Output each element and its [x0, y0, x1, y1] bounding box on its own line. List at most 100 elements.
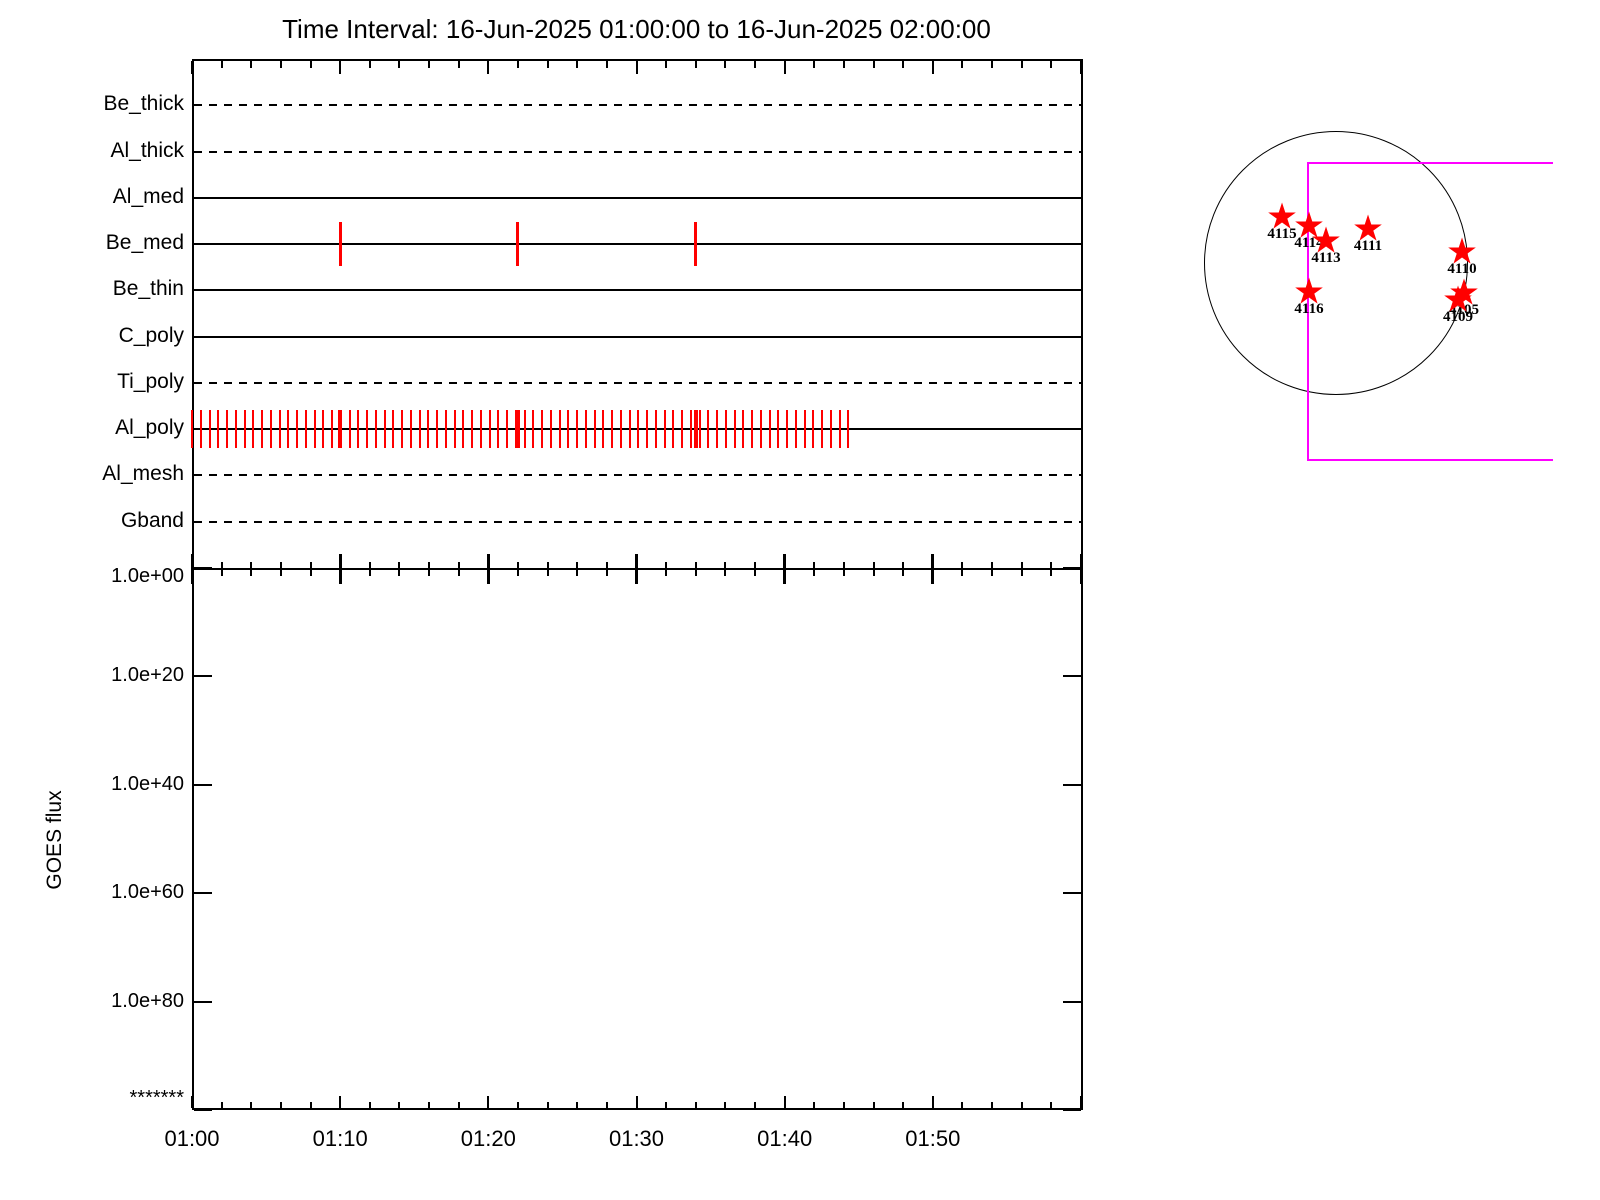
time-tick-bottom — [754, 1102, 757, 1108]
time-tick-bottom — [279, 1102, 282, 1108]
time-tick-mid — [309, 562, 312, 576]
exposure-tick-Al_poly — [471, 410, 474, 449]
time-tick-mid — [724, 562, 727, 576]
active-region-label-4111: 4111 — [1353, 238, 1383, 254]
exposure-tick-Al_poly — [296, 410, 299, 449]
time-tick-top — [546, 61, 549, 68]
time-tick-top — [635, 61, 638, 74]
time-tick-mid — [1020, 562, 1023, 576]
time-tick-bottom — [191, 1096, 193, 1108]
filter-channel-label-Be_thick: Be_thick — [103, 92, 184, 116]
exposure-tick-Al_poly — [191, 410, 193, 449]
filter-channel-line-C_poly — [194, 335, 1081, 338]
time-tick-top — [931, 61, 934, 74]
goes-ytick-label: ******* — [129, 1087, 184, 1109]
goes-ytick-right — [1063, 1109, 1081, 1111]
filter-channel-label-Be_med: Be_med — [105, 231, 184, 255]
time-tick-mid — [190, 554, 194, 584]
time-tick-top — [250, 61, 253, 68]
time-tick-label: 01:20 — [460, 1126, 516, 1151]
time-tick-mid — [338, 554, 342, 584]
time-tick-bottom — [250, 1102, 253, 1108]
exposure-tick-Al_poly — [383, 410, 386, 449]
exposure-tick-Al_poly — [261, 410, 263, 449]
exposure-tick-Al_poly — [322, 410, 325, 449]
fov-box-top-edge — [1307, 162, 1553, 164]
goes-ytick-right — [1063, 1000, 1081, 1003]
exposure-tick-Al_poly — [716, 410, 719, 449]
exposure-tick-Al_poly — [401, 410, 404, 449]
time-tick-label: 01:50 — [905, 1126, 961, 1151]
goes-ytick-left — [194, 1109, 212, 1111]
time-tick-top — [605, 61, 608, 68]
exposure-tick-Al_poly — [803, 410, 806, 449]
exposure-tick-Al_poly — [462, 410, 465, 449]
exposure-tick-Al_poly — [672, 410, 675, 449]
filter-channel-label-Al_mesh: Al_mesh — [102, 462, 184, 486]
active-region-label-4109: 4109 — [1443, 309, 1473, 325]
time-tick-bottom — [961, 1102, 964, 1108]
exposure-tick-Al_poly — [374, 410, 377, 449]
goes-ytick-left — [194, 567, 212, 569]
filter-channel-line-Al_thick — [194, 150, 1081, 153]
exposure-tick-Al_poly — [663, 410, 666, 449]
filter-channel-line-Al_med — [194, 196, 1081, 199]
time-tick-bottom — [457, 1102, 460, 1108]
filter-channel-line-Be_thin — [194, 289, 1081, 292]
time-tick-top — [1080, 61, 1082, 74]
time-tick-mid — [872, 562, 875, 576]
time-tick-bottom — [1080, 1096, 1082, 1108]
exposure-tick-Al_poly — [243, 410, 246, 449]
exposure-tick-Be_med — [694, 222, 698, 267]
filter-channel-label-Al_med: Al_med — [112, 184, 184, 208]
exposure-tick-Al_poly — [392, 410, 395, 449]
time-tick-top — [783, 61, 786, 74]
filter-channel-label-Gband: Gband — [120, 508, 184, 532]
time-tick-top — [991, 61, 994, 68]
exposure-tick-Al_poly — [733, 410, 736, 449]
exposure-tick-Al_poly — [593, 410, 596, 449]
exposure-tick-Al_poly — [558, 410, 561, 449]
goes-ytick-right — [1063, 567, 1081, 569]
time-tick-bottom — [220, 1102, 223, 1108]
exposure-tick-Al_poly — [418, 410, 421, 449]
time-tick-mid — [1050, 562, 1053, 576]
goes-ytick-right — [1063, 675, 1081, 678]
active-region-label-4116: 4116 — [1294, 301, 1324, 317]
filter-channel-line-Al_mesh — [194, 474, 1081, 477]
time-tick-bottom — [931, 1096, 934, 1108]
exposure-tick-Al_poly — [541, 410, 544, 449]
time-tick-bottom — [783, 1096, 786, 1108]
filter-channel-label-Al_poly: Al_poly — [115, 416, 184, 440]
exposure-tick-Al_poly — [479, 410, 482, 449]
xrt-goes-observation-plot: Time Interval: 16-Jun-2025 01:00:00 to 1… — [0, 0, 1600, 1200]
time-tick-bottom — [487, 1096, 490, 1108]
time-tick-bottom — [339, 1096, 342, 1108]
exposure-tick-Al_poly — [226, 410, 228, 449]
exposure-tick-Al_poly — [287, 410, 290, 449]
exposure-tick-Al_poly — [689, 410, 692, 449]
exposure-tick-Al_poly — [576, 410, 579, 449]
exposure-tick-Al_poly — [786, 410, 789, 449]
exposure-tick-Al_poly — [506, 410, 509, 449]
time-tick-top — [961, 61, 964, 68]
time-tick-bottom — [902, 1102, 905, 1108]
time-tick-mid — [842, 562, 845, 576]
time-tick-mid — [813, 562, 816, 576]
exposure-tick-Al_poly — [584, 410, 587, 449]
exposure-tick-Al_poly — [698, 410, 701, 449]
exposure-tick-bold-Al_poly — [693, 410, 698, 449]
exposure-tick-Al_poly — [751, 410, 754, 449]
time-tick-mid — [961, 562, 964, 576]
time-tick-top — [902, 61, 905, 68]
goes-ytick-right — [1063, 783, 1081, 786]
time-tick-top — [1020, 61, 1023, 68]
exposure-tick-Al_poly — [217, 410, 220, 449]
exposure-tick-Al_poly — [199, 410, 202, 449]
time-tick-mid — [220, 562, 223, 576]
goes-ytick-left — [194, 675, 212, 678]
goes-ytick-left — [194, 1000, 212, 1003]
time-tick-bottom — [813, 1102, 816, 1108]
exposure-tick-bold-Al_poly — [515, 410, 520, 449]
exposure-tick-Al_poly — [821, 410, 824, 449]
